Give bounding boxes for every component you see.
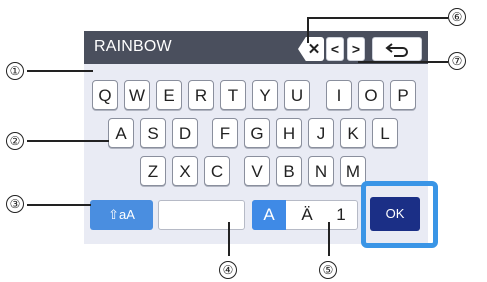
mode-alpha-button[interactable]: A bbox=[252, 200, 286, 230]
key-z[interactable]: Z bbox=[140, 156, 166, 186]
cursor-right-button[interactable]: > bbox=[347, 37, 365, 61]
callout-line-1 bbox=[27, 70, 93, 72]
key-r[interactable]: R bbox=[188, 80, 214, 110]
key-j[interactable]: J bbox=[308, 118, 334, 148]
mode-accent-button[interactable]: Ä bbox=[290, 200, 324, 230]
key-q[interactable]: Q bbox=[92, 80, 118, 110]
key-u[interactable]: U bbox=[284, 80, 310, 110]
key-s[interactable]: S bbox=[140, 118, 166, 148]
callout-line-4 bbox=[228, 222, 230, 256]
key-v[interactable]: V bbox=[244, 156, 270, 186]
text-field-value: RAINBOW bbox=[94, 38, 172, 55]
key-t[interactable]: T bbox=[220, 80, 246, 110]
space-key[interactable] bbox=[158, 200, 245, 230]
callout-4: ④ bbox=[219, 261, 237, 279]
key-f[interactable]: F bbox=[212, 118, 238, 148]
key-b[interactable]: B bbox=[276, 156, 302, 186]
chevron-right-icon: > bbox=[351, 41, 361, 57]
callout-line-6-drop bbox=[307, 17, 309, 43]
key-c[interactable]: C bbox=[204, 156, 230, 186]
callout-line-2 bbox=[27, 140, 109, 142]
shift-case-button[interactable]: ⇧aA bbox=[90, 200, 153, 230]
key-g[interactable]: G bbox=[244, 118, 270, 148]
callout-3: ③ bbox=[6, 195, 24, 213]
callout-line-7 bbox=[358, 61, 448, 63]
key-k[interactable]: K bbox=[340, 118, 366, 148]
key-h[interactable]: H bbox=[276, 118, 302, 148]
cursor-left-button[interactable]: < bbox=[326, 37, 344, 61]
delete-icon: ✕ bbox=[307, 41, 321, 58]
key-n[interactable]: N bbox=[308, 156, 334, 186]
back-button[interactable] bbox=[372, 37, 422, 61]
callout-7: ⑦ bbox=[448, 52, 466, 70]
callout-2: ② bbox=[6, 132, 24, 150]
key-w[interactable]: W bbox=[124, 80, 150, 110]
callout-line-3 bbox=[27, 204, 91, 206]
key-d[interactable]: D bbox=[172, 118, 198, 148]
key-e[interactable]: E bbox=[156, 80, 182, 110]
callout-6: ⑥ bbox=[448, 8, 466, 26]
key-y[interactable]: Y bbox=[252, 80, 278, 110]
key-o[interactable]: O bbox=[358, 80, 384, 110]
ok-button[interactable]: OK bbox=[370, 197, 420, 231]
callout-1: ① bbox=[6, 62, 24, 80]
key-p[interactable]: P bbox=[390, 80, 416, 110]
callout-line-6 bbox=[307, 17, 448, 19]
key-x[interactable]: X bbox=[172, 156, 198, 186]
chevron-left-icon: < bbox=[330, 41, 340, 57]
key-i[interactable]: I bbox=[326, 80, 352, 110]
callout-5: ⑤ bbox=[319, 261, 337, 279]
key-l[interactable]: L bbox=[372, 118, 398, 148]
return-arrow-icon bbox=[385, 43, 408, 57]
key-a[interactable]: A bbox=[108, 118, 134, 148]
callout-line-5 bbox=[328, 222, 330, 256]
